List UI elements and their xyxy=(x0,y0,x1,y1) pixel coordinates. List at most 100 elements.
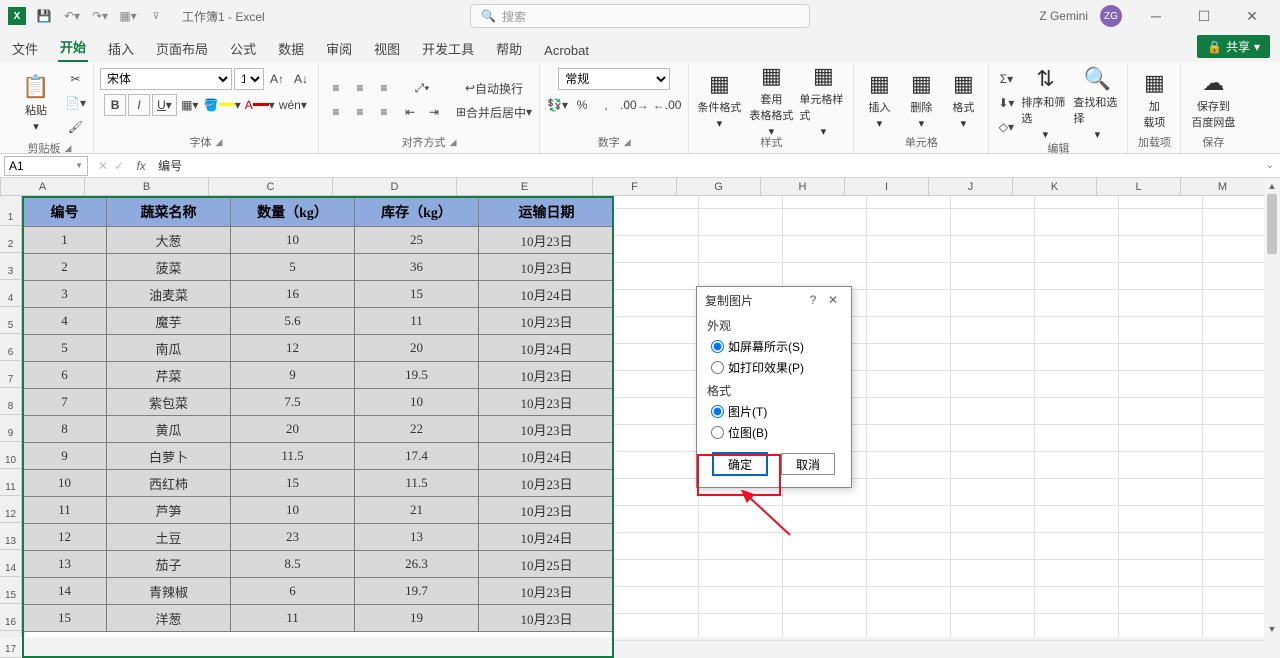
tab-review[interactable]: 审阅 xyxy=(324,35,354,62)
data-cell[interactable]: 1 xyxy=(23,227,107,254)
data-cell[interactable]: 7.5 xyxy=(231,389,355,416)
data-cell[interactable]: 土豆 xyxy=(107,524,231,551)
font-launcher-icon[interactable]: ◢ xyxy=(216,137,223,148)
data-cell[interactable]: 15 xyxy=(231,470,355,497)
clear-button[interactable]: ◇▾ xyxy=(995,116,1017,138)
cut-button[interactable]: ✂ xyxy=(64,68,87,90)
data-cell[interactable]: 5.6 xyxy=(231,308,355,335)
row-header-3[interactable]: 3 xyxy=(0,253,21,280)
data-cell[interactable]: 19.7 xyxy=(355,578,479,605)
data-cell[interactable]: 魔芋 xyxy=(107,308,231,335)
data-cell[interactable]: 油麦菜 xyxy=(107,281,231,308)
data-cell[interactable]: 洋葱 xyxy=(107,605,231,632)
header-cell[interactable]: 库存（kg） xyxy=(355,197,479,227)
undo-icon[interactable]: ↶▾ xyxy=(62,6,82,26)
close-button[interactable]: ✕ xyxy=(1232,2,1272,30)
find-select-button[interactable]: 🔍查找和选择▾ xyxy=(1073,71,1121,135)
data-cell[interactable]: 10 xyxy=(355,389,479,416)
tab-home[interactable]: 开始 xyxy=(58,33,88,62)
row-header-14[interactable]: 14 xyxy=(0,550,21,577)
data-cell[interactable]: 8 xyxy=(23,416,107,443)
align-launcher-icon[interactable]: ◢ xyxy=(450,137,457,148)
format-painter-button[interactable]: 🖌 xyxy=(64,116,87,138)
data-cell[interactable]: 36 xyxy=(355,254,479,281)
cell-styles-button[interactable]: ▦单元格样式▾ xyxy=(799,68,847,132)
tab-data[interactable]: 数据 xyxy=(276,35,306,62)
increase-font-button[interactable]: A↑ xyxy=(266,68,288,90)
row-header-9[interactable]: 9 xyxy=(0,415,21,442)
data-cell[interactable]: 10月24日 xyxy=(479,524,615,551)
row-header-17[interactable]: 17 xyxy=(0,631,21,658)
row-header-2[interactable]: 2 xyxy=(0,226,21,253)
tab-layout[interactable]: 页面布局 xyxy=(154,35,210,62)
row-header-7[interactable]: 7 xyxy=(0,361,21,388)
data-cell[interactable]: 11.5 xyxy=(231,443,355,470)
tab-view[interactable]: 视图 xyxy=(372,35,402,62)
comma-button[interactable]: , xyxy=(595,94,617,116)
tab-formula[interactable]: 公式 xyxy=(228,35,258,62)
data-cell[interactable]: 3 xyxy=(23,281,107,308)
data-cell[interactable]: 青辣椒 xyxy=(107,578,231,605)
fill-color-button[interactable]: 🪣▾ xyxy=(203,94,242,116)
data-cell[interactable]: 10月23日 xyxy=(479,227,615,254)
data-cell[interactable]: 22 xyxy=(355,416,479,443)
insert-cells-button[interactable]: ▦插入▾ xyxy=(860,68,898,132)
border-button[interactable]: ▦▾ xyxy=(179,94,201,116)
dialog-titlebar[interactable]: 复制图片 ? ✕ xyxy=(697,287,851,313)
vertical-scrollbar[interactable]: ▲ ▼ xyxy=(1264,178,1280,637)
data-cell[interactable]: 9 xyxy=(23,443,107,470)
data-cell[interactable]: 10月24日 xyxy=(479,281,615,308)
name-box[interactable]: A1▼ xyxy=(4,156,88,176)
data-cell[interactable]: 13 xyxy=(355,524,479,551)
data-cell[interactable]: 5 xyxy=(23,335,107,362)
currency-button[interactable]: 💱▾ xyxy=(546,94,569,116)
align-left[interactable]: ≡ xyxy=(325,101,347,123)
data-cell[interactable]: 20 xyxy=(231,416,355,443)
clipboard-launcher-icon[interactable]: ◢ xyxy=(65,143,72,154)
font-size-select[interactable]: 14 xyxy=(234,68,264,90)
data-cell[interactable]: 黄瓜 xyxy=(107,416,231,443)
conditional-format-button[interactable]: ▦条件格式▾ xyxy=(695,68,743,132)
data-cell[interactable]: 大葱 xyxy=(107,227,231,254)
radio-picture[interactable]: 图片(T) xyxy=(697,401,851,422)
align-top[interactable]: ≡ xyxy=(325,77,347,99)
data-cell[interactable]: 10月24日 xyxy=(479,443,615,470)
data-cell[interactable]: 10月25日 xyxy=(479,551,615,578)
row-header-4[interactable]: 4 xyxy=(0,280,21,307)
row-header-11[interactable]: 11 xyxy=(0,469,21,496)
row-header-10[interactable]: 10 xyxy=(0,442,21,469)
dialog-help-button[interactable]: ? xyxy=(803,293,823,307)
data-table[interactable]: 编号蔬菜名称数量（kg）库存（kg）运输日期1大葱102510月23日2菠菜53… xyxy=(22,196,615,632)
copy-button[interactable]: 📄▾ xyxy=(64,92,87,114)
data-cell[interactable]: 9 xyxy=(231,362,355,389)
tab-acrobat[interactable]: Acrobat xyxy=(542,39,591,62)
ok-button[interactable]: 确定 xyxy=(713,453,767,475)
delete-cells-button[interactable]: ▦删除▾ xyxy=(902,68,940,132)
data-cell[interactable]: 10 xyxy=(23,470,107,497)
tab-help[interactable]: 帮助 xyxy=(494,35,524,62)
paste-button[interactable]: 📋粘贴▾ xyxy=(12,71,60,135)
underline-button[interactable]: U▾ xyxy=(152,94,177,116)
data-cell[interactable]: 7 xyxy=(23,389,107,416)
phonetic-button[interactable]: wén▾ xyxy=(278,94,308,116)
autosum-button[interactable]: Σ▾ xyxy=(995,68,1017,90)
header-cell[interactable]: 数量（kg） xyxy=(231,197,355,227)
data-cell[interactable]: 10月23日 xyxy=(479,308,615,335)
redo-icon[interactable]: ↷▾ xyxy=(90,6,110,26)
row-header-5[interactable]: 5 xyxy=(0,307,21,334)
share-button[interactable]: 🔒 共享 ▾ xyxy=(1197,35,1270,58)
data-cell[interactable]: 11.5 xyxy=(355,470,479,497)
scroll-thumb[interactable] xyxy=(1267,194,1277,254)
qat-more-icon[interactable]: ⊽ xyxy=(146,6,166,26)
data-cell[interactable]: 15 xyxy=(23,605,107,632)
data-cell[interactable]: 11 xyxy=(355,308,479,335)
data-cell[interactable]: 23 xyxy=(231,524,355,551)
data-cell[interactable]: 紫包菜 xyxy=(107,389,231,416)
cells-area[interactable]: 编号蔬菜名称数量（kg）库存（kg）运输日期1大葱102510月23日2菠菜53… xyxy=(22,196,615,632)
wrap-text-button[interactable]: ↩ 自动换行 xyxy=(455,77,533,99)
minimize-button[interactable]: ─ xyxy=(1136,2,1176,30)
data-cell[interactable]: 21 xyxy=(355,497,479,524)
data-cell[interactable]: 2 xyxy=(23,254,107,281)
data-cell[interactable]: 菠菜 xyxy=(107,254,231,281)
data-cell[interactable]: 南瓜 xyxy=(107,335,231,362)
